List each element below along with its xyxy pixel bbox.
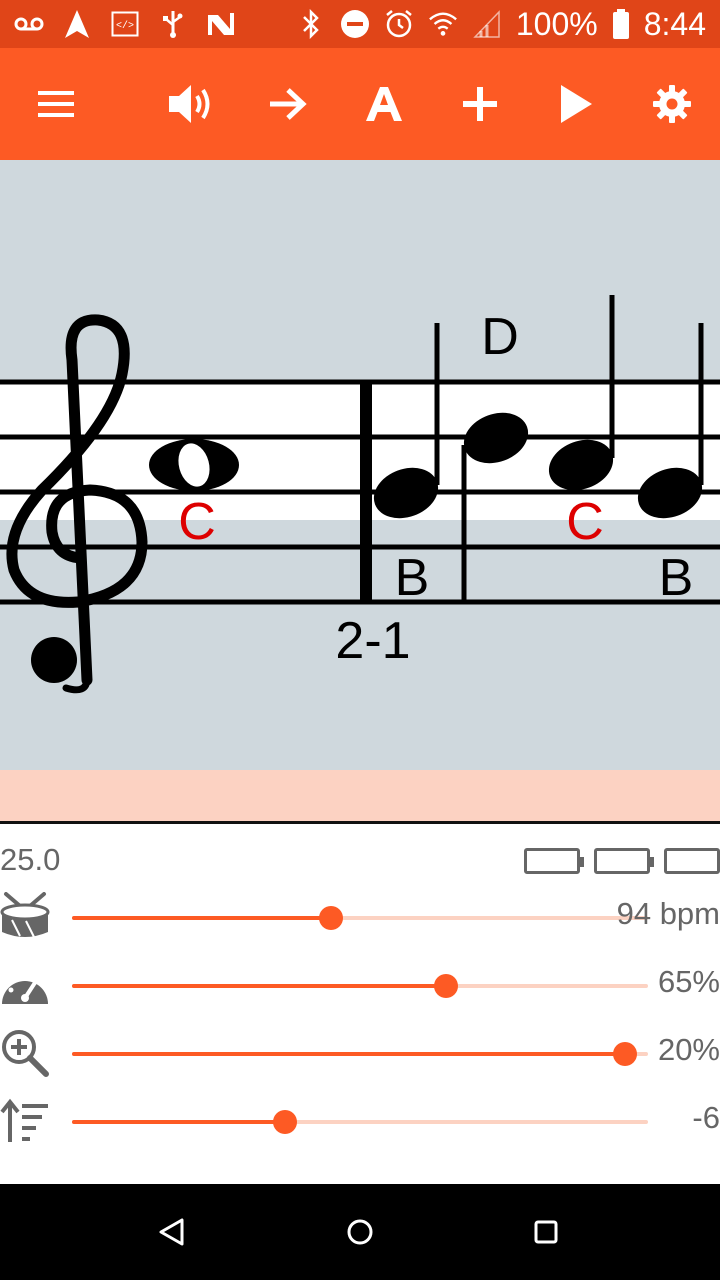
tempo-slider[interactable] — [72, 906, 648, 930]
recents-icon — [534, 1220, 558, 1244]
text-a-icon — [366, 87, 402, 121]
zoom-slider-thumb[interactable] — [612, 1042, 637, 1066]
speed-slider-thumb[interactable] — [434, 974, 459, 998]
transpose-row: -6 — [0, 1090, 720, 1150]
usb-icon — [158, 9, 188, 39]
whole-note — [149, 439, 239, 491]
menu-icon — [38, 91, 74, 117]
position-value: 25.0 — [0, 842, 61, 877]
voicemail-icon — [14, 9, 44, 39]
note-label-c-2: C — [566, 493, 604, 551]
status-bar: </> 100% 8:44 — [0, 0, 720, 48]
status-time: 8:44 — [643, 5, 706, 42]
back-icon — [159, 1218, 184, 1246]
toolbar — [0, 48, 720, 160]
next-button[interactable] — [260, 76, 316, 132]
battery-indicators — [524, 848, 720, 874]
arrow-right-icon — [270, 88, 307, 120]
zoom-in-icon — [0, 1028, 50, 1078]
plus-icon — [463, 87, 497, 121]
note-label-b-2: B — [659, 549, 694, 607]
pitch-shift-icon — [0, 1096, 50, 1146]
note-label-b-1: B — [395, 549, 430, 607]
settings-button[interactable] — [644, 76, 700, 132]
speedometer-icon — [0, 960, 50, 1010]
text-button[interactable] — [356, 76, 412, 132]
svg-text:</>: </> — [116, 20, 134, 32]
navigation-icon — [62, 9, 92, 39]
transpose-value: -6 — [692, 1100, 720, 1135]
add-button[interactable] — [452, 76, 508, 132]
playback-strip[interactable] — [0, 770, 720, 822]
battery-indicator-icon — [594, 848, 654, 874]
control-panel: 25.0 94 bpm 65% 20% -6 — [0, 824, 720, 1184]
treble-clef-icon — [6, 314, 148, 694]
navigation-bar — [0, 1184, 720, 1280]
note-label-c-1: C — [178, 493, 216, 551]
tempo-value: 94 bpm — [616, 896, 720, 931]
transpose-slider-thumb[interactable] — [273, 1110, 298, 1134]
battery-indicator-icon — [664, 848, 720, 874]
battery-indicator-icon — [524, 848, 584, 874]
bar-line — [360, 382, 372, 602]
measure-label: 2-1 — [335, 612, 410, 670]
zoom-row: 20% — [0, 1022, 720, 1082]
dnd-icon — [340, 9, 370, 39]
home-button[interactable] — [338, 1210, 382, 1254]
recents-button[interactable] — [524, 1210, 568, 1254]
tempo-row: 94 bpm — [0, 886, 720, 946]
volume-button[interactable] — [164, 76, 220, 132]
code-icon: </> — [110, 9, 140, 39]
home-icon — [347, 1219, 373, 1245]
bluetooth-icon — [296, 9, 326, 39]
drum-icon — [0, 892, 50, 942]
play-icon — [561, 85, 592, 123]
speed-row: 65% — [0, 954, 720, 1014]
play-button[interactable] — [548, 76, 604, 132]
volume-icon — [169, 85, 210, 123]
speed-slider[interactable] — [72, 974, 648, 998]
battery-percentage: 100% — [515, 5, 598, 42]
transpose-slider[interactable] — [72, 1110, 648, 1134]
menu-button[interactable] — [28, 76, 84, 132]
zoom-value: 20% — [657, 1032, 720, 1067]
signal-icon — [472, 9, 502, 39]
gear-icon — [653, 85, 691, 123]
alarm-icon — [384, 9, 414, 39]
note-label-d: D — [481, 308, 519, 366]
wifi-icon — [428, 9, 458, 39]
score-view[interactable]: C B D C B 2-1 — [0, 160, 720, 770]
zoom-slider[interactable] — [72, 1042, 648, 1066]
battery-icon — [612, 9, 630, 39]
tempo-slider-thumb[interactable] — [319, 906, 344, 930]
back-button[interactable] — [150, 1210, 194, 1254]
speed-value: 65% — [657, 964, 720, 999]
app-n-icon — [206, 9, 236, 39]
